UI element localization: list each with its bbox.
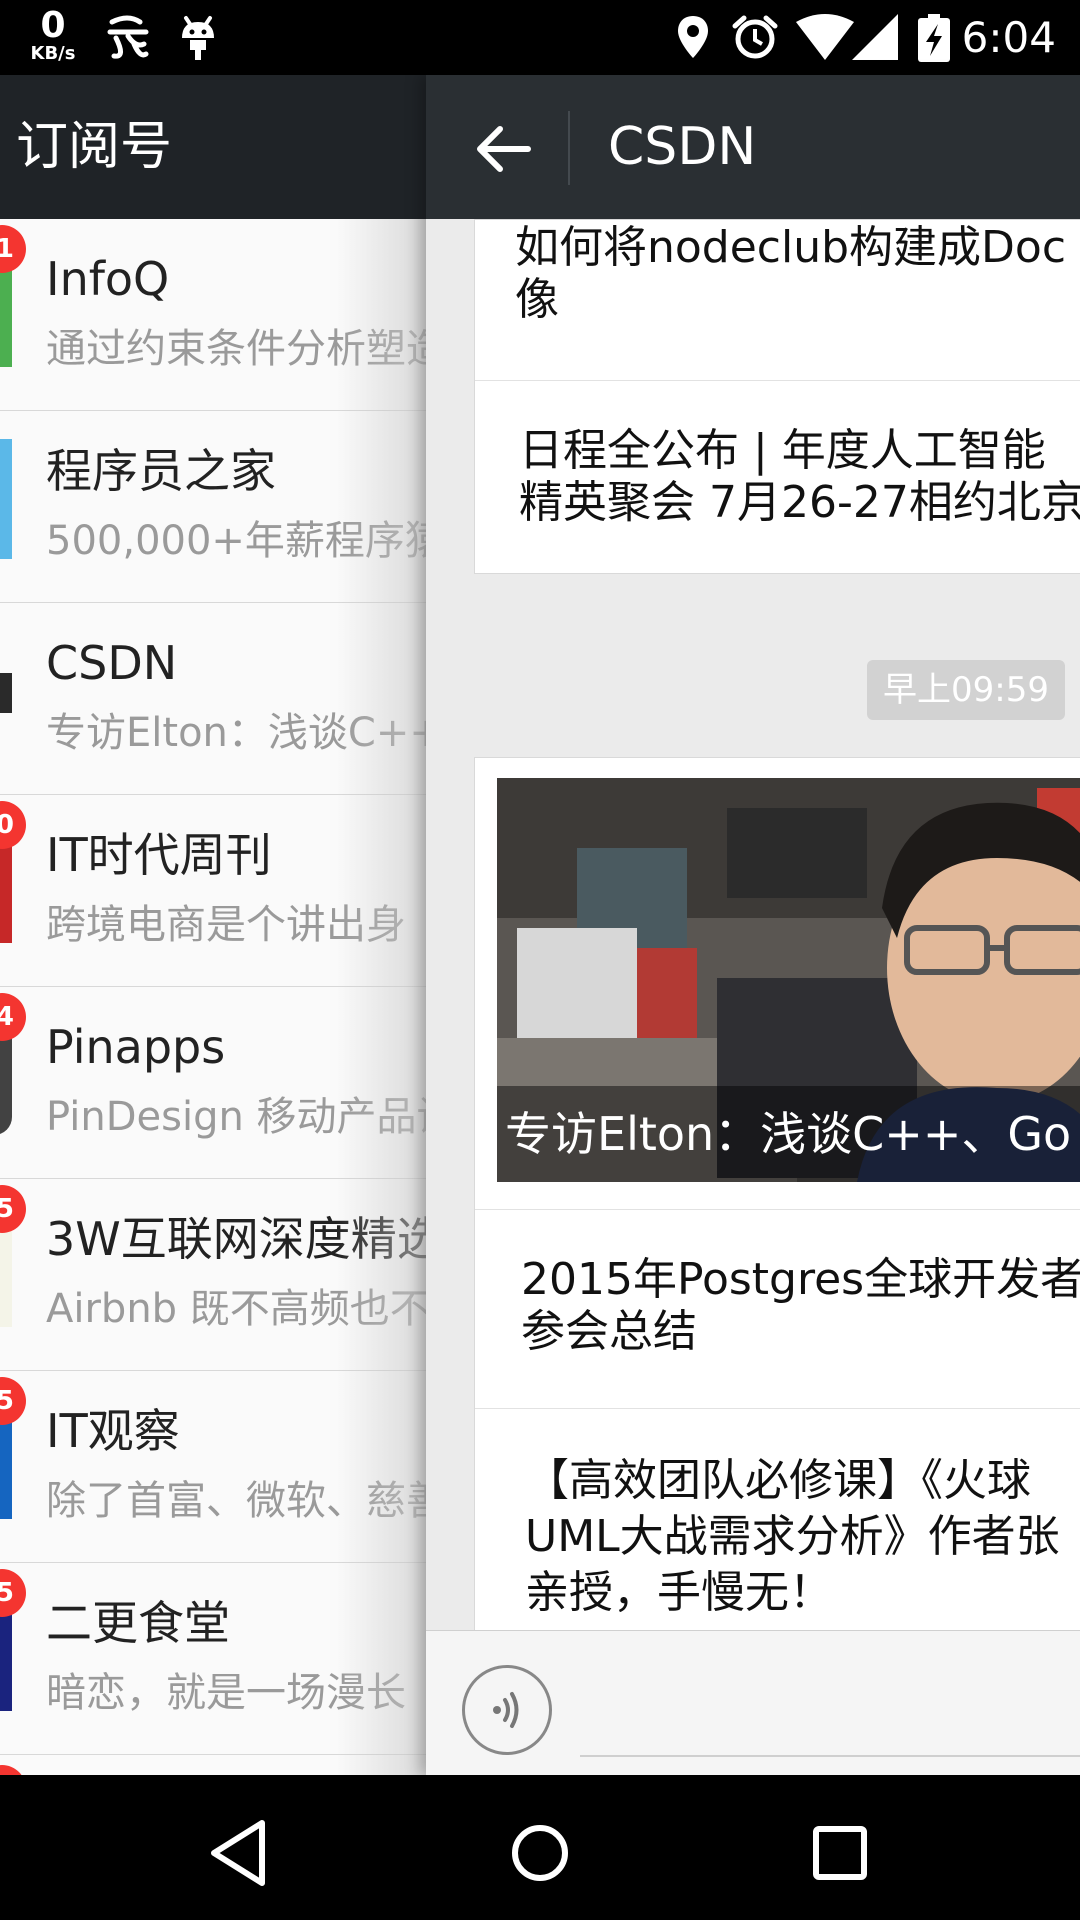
unread-badge: 5 (0, 1377, 26, 1425)
unread-badge: 4 (0, 993, 26, 1041)
list-item[interactable]: 5 IT观察 除了首富、微软、慈善 (0, 1371, 426, 1563)
subscriptions-panel: 订阅号 1 InfoQ 通过约束条件分析塑造 程序员之家 500,000+年薪程… (0, 75, 426, 1775)
list-item[interactable]: 5 3W互联网深度精选 Airbnb 既不高频也不 (0, 1179, 426, 1371)
list-item[interactable]: 4 Pinapps PinDesign 移动产品设 (0, 987, 426, 1179)
account-name: InfoQ (46, 252, 170, 306)
message-preview: 跨境电商是个讲出身 (46, 902, 406, 948)
avatar (0, 439, 12, 559)
subscriptions-header: 订阅号 (0, 75, 426, 219)
wifi-icon (796, 14, 854, 60)
article-title: 如何将nodeclub构建成Doc 像 (515, 222, 1067, 325)
back-nav-icon[interactable] (200, 1813, 280, 1893)
message-timestamp: 早上09:59 (867, 660, 1065, 720)
article-title: 日程全公布 | 年度人工智能 精英聚会 7月26-27相约北京 (519, 425, 1080, 528)
chat-header: CSDN (426, 75, 1080, 219)
page-title: 订阅号 (16, 117, 173, 177)
status-bar: 0 KB/s 6:04 (0, 0, 1080, 75)
input-bar (426, 1630, 1080, 1775)
cover-caption: 专访Elton：浅谈C++、Go (497, 1086, 1080, 1182)
yixin-app-icon (107, 15, 149, 59)
account-name: 程序员之家 (46, 444, 276, 498)
message-preview: Airbnb 既不高频也不 (46, 1286, 426, 1332)
avatar (0, 673, 12, 713)
text-input-field[interactable] (580, 1755, 1080, 1757)
unread-badge: 1 (0, 225, 26, 273)
message-preview: 通过约束条件分析塑造 (46, 326, 426, 372)
cell-signal-icon (852, 14, 898, 60)
list-item[interactable]: 1 InfoQ 通过约束条件分析塑造 (0, 219, 426, 411)
unread-badge: 5 (0, 1185, 26, 1233)
unread-badge: 5 (0, 1569, 26, 1617)
voice-input-button[interactable] (462, 1665, 552, 1755)
article-card: 如何将nodeclub构建成Doc 像 日程全公布 | 年度人工智能 精英聚会 … (474, 219, 1080, 574)
article-title: 【高效团队必修课】《火球 UML大战需求分析》作者张 亲授，手慢无！ (525, 1455, 1060, 1618)
list-item[interactable]: 0 IT时代周刊 跨境电商是个讲出身 (0, 795, 426, 987)
list-item[interactable]: CSDN 专访Elton：浅谈C++、 (0, 603, 426, 795)
account-name: IT时代周刊 (46, 828, 272, 882)
article-title: 2015年Postgres全球开发者 参会总结 (521, 1254, 1080, 1357)
article-cover-image: 专访Elton：浅谈C++、Go (497, 778, 1080, 1182)
message-preview: 除了首富、微软、慈善 (46, 1478, 426, 1524)
list-item[interactable]: 程序员之家 500,000+年薪程序猿 (0, 411, 426, 603)
clock: 6:04 (961, 13, 1056, 62)
battery-charging-icon (918, 14, 950, 62)
voice-icon (493, 1692, 519, 1728)
chat-panel: CSDN 如何将nodeclub构建成Doc 像 日程全公布 | 年度人工智能 … (426, 75, 1080, 1775)
home-nav-icon[interactable] (500, 1813, 580, 1893)
unread-badge: 0 (0, 801, 26, 849)
android-icon (182, 16, 214, 60)
article-item[interactable]: 如何将nodeclub构建成Doc 像 (475, 220, 1080, 381)
message-preview: 专访Elton：浅谈C++、 (46, 710, 426, 756)
location-icon (678, 16, 708, 58)
account-name: Pinapps (46, 1020, 226, 1074)
network-speed-value: 0 (40, 5, 66, 46)
alarm-icon (732, 15, 778, 59)
navigation-bar (0, 1775, 1080, 1920)
article-item[interactable]: 日程全公布 | 年度人工智能 精英聚会 7月26-27相约北京 (475, 381, 1080, 574)
list-item[interactable] (0, 1755, 426, 1775)
list-item[interactable]: 5 二更食堂 暗恋，就是一场漫长 (0, 1563, 426, 1755)
article-item[interactable]: 2015年Postgres全球开发者 参会总结 (475, 1210, 1080, 1409)
message-preview: PinDesign 移动产品设 (46, 1094, 426, 1140)
chat-title: CSDN (608, 117, 757, 177)
network-speed: 0 KB/s (18, 8, 88, 64)
account-name: IT观察 (46, 1404, 180, 1458)
message-preview: 暗恋，就是一场漫长 (46, 1670, 406, 1716)
recents-nav-icon[interactable] (800, 1813, 880, 1893)
account-name: 3W互联网深度精选 (46, 1212, 426, 1266)
network-speed-unit: KB/s (30, 43, 76, 64)
account-name: 二更食堂 (46, 1596, 230, 1650)
header-divider (568, 111, 570, 185)
article-card: 专访Elton：浅谈C++、Go 2015年Postgres全球开发者 参会总结… (474, 757, 1080, 1717)
subscription-list: 1 InfoQ 通过约束条件分析塑造 程序员之家 500,000+年薪程序猿 C… (0, 219, 426, 1775)
unread-badge (0, 1765, 26, 1775)
article-item[interactable]: 专访Elton：浅谈C++、Go (475, 758, 1080, 1210)
message-preview: 500,000+年薪程序猿 (46, 518, 426, 564)
back-arrow-icon[interactable] (470, 117, 534, 181)
account-name: CSDN (46, 636, 178, 690)
